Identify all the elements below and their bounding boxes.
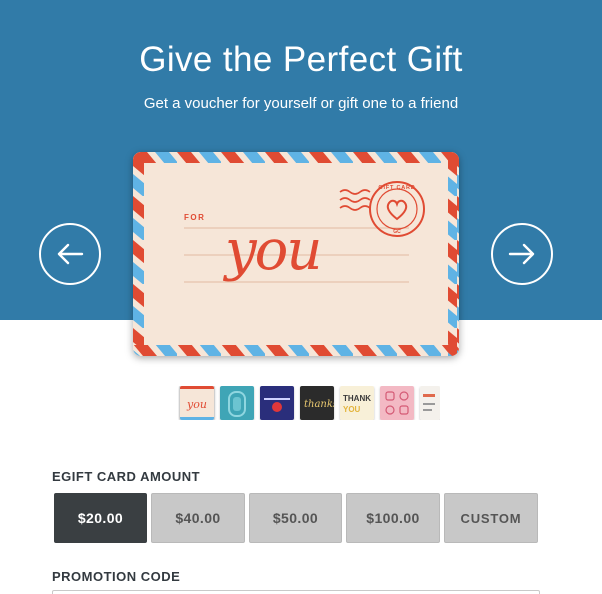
carousel-next-button[interactable] bbox=[491, 223, 553, 285]
thumbnail-pink-icons[interactable] bbox=[380, 386, 414, 420]
gift-card-preview: FOR you GIFT CARD GC bbox=[133, 152, 459, 356]
airmail-border-bottom bbox=[133, 345, 459, 356]
airmail-border-left bbox=[133, 152, 144, 356]
amount-option-50[interactable]: $50.00 bbox=[249, 493, 342, 543]
hero-title: Give the Perfect Gift bbox=[139, 40, 463, 79]
arrow-left-icon bbox=[57, 243, 84, 265]
egift-amount-label: EGIFT CARD AMOUNT bbox=[52, 469, 201, 484]
thumbnail-airmail-you[interactable]: you bbox=[180, 386, 214, 420]
amount-option-40[interactable]: $40.00 bbox=[151, 493, 245, 543]
hero-subtitle: Get a voucher for yourself or gift one t… bbox=[143, 95, 459, 112]
card-for-label: FOR bbox=[184, 213, 205, 222]
airmail-border-right bbox=[448, 152, 459, 356]
thumbnail-black-thanks[interactable]: thanks bbox=[300, 386, 334, 420]
svg-text:thanks: thanks bbox=[304, 399, 334, 410]
carousel-prev-button[interactable] bbox=[39, 223, 101, 285]
airmail-border-top bbox=[133, 152, 459, 163]
stamp-subtext: GC bbox=[393, 229, 401, 235]
promo-code-label: PROMOTION CODE bbox=[52, 569, 181, 584]
svg-text:you: you bbox=[186, 398, 207, 411]
thumbnail-thank-you-cream[interactable]: THANK YOU bbox=[340, 386, 374, 420]
thumbnail-partial-white[interactable] bbox=[420, 386, 440, 420]
svg-text:THANK: THANK bbox=[343, 394, 371, 403]
card-script-text: you bbox=[222, 218, 320, 283]
amount-option-20[interactable]: $20.00 bbox=[54, 493, 147, 543]
promo-code-input[interactable] bbox=[52, 590, 540, 594]
arrow-right-icon bbox=[508, 243, 535, 265]
thumbnail-navy-balloon[interactable] bbox=[260, 386, 294, 420]
thumbnail-teal-pattern[interactable] bbox=[220, 386, 254, 420]
stamp-text: GIFT CARD bbox=[378, 185, 415, 191]
svg-text:YOU: YOU bbox=[343, 405, 361, 414]
amount-option-custom[interactable]: CUSTOM bbox=[444, 493, 538, 543]
design-thumbnail-strip: you thanks THANK YOU bbox=[178, 386, 440, 420]
amount-option-100[interactable]: $100.00 bbox=[346, 493, 440, 543]
